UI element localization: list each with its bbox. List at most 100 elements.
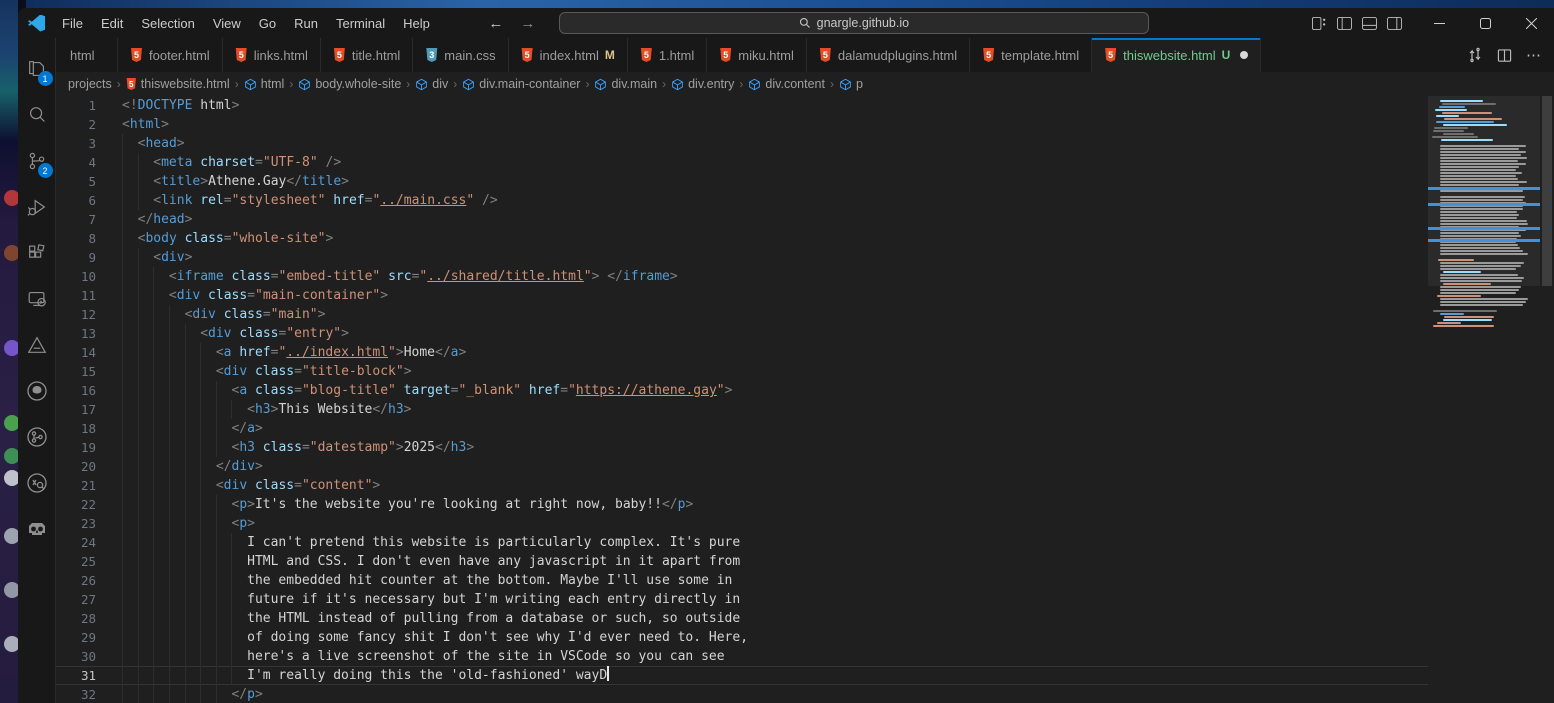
scrollbar-thumb[interactable]	[1542, 96, 1552, 286]
code-editor[interactable]: 1<!DOCTYPE html>2<html>3<head>4<meta cha…	[56, 96, 1554, 703]
customize-layout-icon[interactable]	[1312, 17, 1327, 30]
breadcrumb-item-thiswebsite.html[interactable]: 5thiswebsite.html	[126, 77, 230, 91]
tab-thiswebsite.html[interactable]: 5thiswebsite.htmlU	[1092, 38, 1261, 72]
code-line-15[interactable]: 15<div class="title-block">	[56, 362, 1428, 381]
vertical-scrollbar[interactable]	[1540, 96, 1554, 703]
code-line-32[interactable]: 32</p>	[56, 685, 1428, 703]
tab-dalamudplugins.html[interactable]: 5dalamudplugins.html	[807, 38, 970, 72]
extensions-icon[interactable]	[18, 230, 56, 276]
code-line-25[interactable]: 25HTML and CSS. I don't even have any ja…	[56, 552, 1428, 571]
token: html	[130, 117, 161, 132]
code-line-6[interactable]: 6<link rel="stylesheet" href="../main.cs…	[56, 191, 1428, 210]
code-search-icon[interactable]	[18, 460, 56, 506]
code-line-3[interactable]: 3<head>	[56, 134, 1428, 153]
menu-view[interactable]: View	[204, 12, 250, 35]
indent-guide	[138, 571, 154, 590]
toggle-panel-icon[interactable]	[1362, 17, 1377, 30]
code-line-14[interactable]: 14<a href="../index.html">Home</a>	[56, 343, 1428, 362]
minimap[interactable]	[1428, 96, 1540, 703]
breadcrumb-item-div.main[interactable]: div.main	[594, 77, 657, 91]
tab-footer.html[interactable]: 5footer.html	[118, 38, 223, 72]
tab-title.html[interactable]: 5title.html	[321, 38, 413, 72]
remote-explorer-icon[interactable]	[18, 276, 56, 322]
source-control-icon[interactable]: 2	[18, 138, 56, 184]
token: "main-container"	[255, 288, 380, 303]
code-line-7[interactable]: 7</head>	[56, 210, 1428, 229]
open-changes-icon[interactable]	[1467, 47, 1483, 63]
menu-file[interactable]: File	[53, 12, 92, 35]
tab-main.css[interactable]: 3main.css	[413, 38, 508, 72]
maximize-button[interactable]	[1462, 8, 1508, 38]
code-line-24[interactable]: 24I can't pretend this website is partic…	[56, 533, 1428, 552]
tab-html[interactable]: html	[56, 38, 118, 72]
menu-go[interactable]: Go	[250, 12, 285, 35]
breadcrumb-item-p[interactable]: p	[839, 77, 863, 91]
code-line-21[interactable]: 21<div class="content">	[56, 476, 1428, 495]
run-debug-icon[interactable]	[18, 184, 56, 230]
code-content: the embedded hit counter at the bottom. …	[122, 571, 732, 590]
split-editor-icon[interactable]	[1497, 48, 1512, 63]
breadcrumb-item-html[interactable]: html	[244, 77, 285, 91]
tab-miku.html[interactable]: 5miku.html	[707, 38, 807, 72]
git-graph-icon[interactable]	[18, 414, 56, 460]
code-line-29[interactable]: 29of doing some fancy shit I don't see w…	[56, 628, 1428, 647]
breadcrumb-item-projects[interactable]: projects	[68, 77, 112, 91]
code-line-16[interactable]: 16<a class="blog-title" target="_blank" …	[56, 381, 1428, 400]
code-line-11[interactable]: 11<div class="main-container">	[56, 286, 1428, 305]
code-line-27[interactable]: 27future if it's necessary but I'm writi…	[56, 590, 1428, 609]
code-line-31[interactable]: 31I'm really doing this the 'old-fashion…	[56, 666, 1428, 685]
code-line-28[interactable]: 28the HTML instead of pulling from a dat…	[56, 609, 1428, 628]
breadcrumb-separator-icon: ›	[404, 77, 412, 91]
code-line-2[interactable]: 2<html>	[56, 115, 1428, 134]
breadcrumb-item-div.content[interactable]: div.content	[748, 77, 825, 91]
command-center-search[interactable]: gnargle.github.io	[559, 12, 1149, 34]
toggle-secondary-sidebar-icon[interactable]	[1387, 17, 1402, 30]
search-icon[interactable]	[18, 92, 56, 138]
code-line-1[interactable]: 1<!DOCTYPE html>	[56, 96, 1428, 115]
menu-edit[interactable]: Edit	[92, 12, 132, 35]
minimap-line	[1440, 145, 1526, 147]
code-line-10[interactable]: 10<iframe class="embed-title" src="../sh…	[56, 267, 1428, 286]
breadcrumb-item-div[interactable]: div	[415, 77, 448, 91]
tab-template.html[interactable]: 5template.html	[970, 38, 1092, 72]
code-line-5[interactable]: 5<title>Athene.Gay</title>	[56, 172, 1428, 191]
code-line-18[interactable]: 18</a>	[56, 419, 1428, 438]
breadcrumb-item-body.whole-site[interactable]: body.whole-site	[298, 77, 401, 91]
code-line-20[interactable]: 20</div>	[56, 457, 1428, 476]
code-line-22[interactable]: 22<p>It's the website you're looking at …	[56, 495, 1428, 514]
code-line-26[interactable]: 26the embedded hit counter at the bottom…	[56, 571, 1428, 590]
code-line-13[interactable]: 13<div class="entry">	[56, 324, 1428, 343]
code-line-4[interactable]: 4<meta charset="UTF-8" />	[56, 153, 1428, 172]
nav-back-button[interactable]: ←	[487, 15, 505, 32]
code-line-9[interactable]: 9<div>	[56, 248, 1428, 267]
godot-icon[interactable]	[18, 506, 56, 552]
toggle-primary-sidebar-icon[interactable]	[1337, 17, 1352, 30]
menu-help[interactable]: Help	[394, 12, 439, 35]
tab-1.html[interactable]: 51.html	[628, 38, 707, 72]
triangle-a-icon[interactable]	[18, 322, 56, 368]
menu-selection[interactable]: Selection	[132, 12, 203, 35]
code-line-23[interactable]: 23<p>	[56, 514, 1428, 533]
menu-terminal[interactable]: Terminal	[327, 12, 394, 35]
tab-index.html[interactable]: 5index.htmlM	[509, 38, 628, 72]
code-line-30[interactable]: 30here's a live screenshot of the site i…	[56, 647, 1428, 666]
code-line-17[interactable]: 17<h3>This Website</h3>	[56, 400, 1428, 419]
code-line-19[interactable]: 19<h3 class="datestamp">2025</h3>	[56, 438, 1428, 457]
menu-run[interactable]: Run	[285, 12, 327, 35]
indent-guide	[169, 476, 185, 495]
github-icon[interactable]	[18, 368, 56, 414]
minimize-button[interactable]	[1416, 8, 1462, 38]
token: >	[185, 250, 193, 265]
breadcrumb-item-div.entry[interactable]: div.entry	[671, 77, 734, 91]
explorer-icon[interactable]: 1	[18, 46, 56, 92]
close-button[interactable]	[1508, 8, 1554, 38]
breadcrumb-item-div.main-container[interactable]: div.main-container	[462, 77, 580, 91]
code-line-12[interactable]: 12<div class="main">	[56, 305, 1428, 324]
nav-forward-button[interactable]: →	[519, 15, 537, 32]
more-actions-icon[interactable]: ⋯	[1526, 46, 1542, 64]
indent-guide	[153, 552, 169, 571]
indent-guide	[200, 457, 216, 476]
code-line-8[interactable]: 8<body class="whole-site">	[56, 229, 1428, 248]
html-file-icon: 5	[521, 48, 534, 62]
tab-links.html[interactable]: 5links.html	[223, 38, 321, 72]
